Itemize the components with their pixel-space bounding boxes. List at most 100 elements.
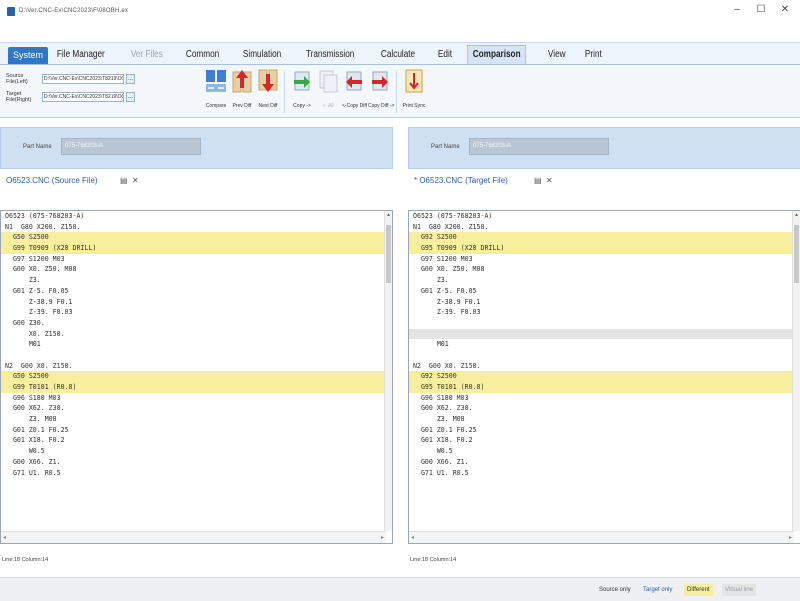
source-vertical-scrollbar[interactable]: ▲ (384, 211, 392, 531)
next-diff-button[interactable]: Next Diff (256, 68, 280, 109)
close-button[interactable]: ✕ (780, 4, 790, 16)
code-line[interactable]: N2 G00 X0. Z150. (1, 361, 392, 372)
code-line[interactable]: G01 Z-5. F0.05 (409, 286, 800, 297)
code-line[interactable]: W0.5 (409, 446, 800, 457)
tab-transmission[interactable]: Transmission (301, 46, 359, 64)
code-line[interactable]: G92 S2500 (409, 232, 800, 244)
code-line[interactable] (1, 350, 392, 361)
code-line[interactable]: G95 T0101 (R0.8) (409, 382, 800, 393)
code-line[interactable]: G71 U1. R0.5 (409, 468, 800, 479)
tab-simulation[interactable]: Simulation (238, 46, 286, 64)
code-line[interactable]: W0.5 (1, 446, 392, 457)
tab-ver-files[interactable]: Ver Files (126, 46, 168, 64)
save-icon[interactable]: ▤ (534, 176, 542, 185)
code-line[interactable]: G00 Z30. (1, 318, 392, 329)
source-doc-tab[interactable]: O6523.CNC (Source File) ▤ ✕ (0, 169, 393, 193)
code-line[interactable]: O6523 (075-768203-A) (1, 211, 392, 222)
code-line[interactable]: G50 S2500 (1, 371, 392, 382)
tab-print[interactable]: Print (580, 46, 607, 64)
code-line[interactable]: G00 X62. Z30. (409, 403, 800, 414)
minimize-button[interactable]: – (732, 4, 742, 16)
tab-edit[interactable]: Edit (433, 46, 457, 64)
code-line[interactable]: G01 Z-5. F0.05 (1, 286, 392, 297)
target-horizontal-scrollbar[interactable]: ◂ ▸ (409, 531, 794, 543)
code-line[interactable]: G92 S2500 (409, 371, 800, 382)
scroll-left-icon[interactable]: ◂ (3, 534, 6, 541)
restore-button[interactable]: ☐ (756, 4, 766, 16)
code-line[interactable]: O6523 (075-768203-A) (409, 211, 800, 222)
target-part-field[interactable]: 075-768203-A (469, 138, 609, 155)
code-line[interactable]: Z-39. F0.03 (1, 307, 392, 318)
code-line[interactable] (409, 350, 800, 361)
window-controls: – ☐ ✕ (732, 4, 790, 16)
copy-all-button[interactable]: <- All (316, 68, 340, 109)
code-line[interactable]: G95 T0909 (X20 DRILL) (409, 243, 800, 254)
code-line[interactable]: G50 S2500 (1, 232, 392, 244)
code-line[interactable]: G71 U1. R0.5 (1, 468, 392, 479)
tab-common[interactable]: Common (181, 46, 224, 64)
copy-right-button[interactable]: Copy -> (290, 68, 314, 109)
save-icon[interactable]: ▤ (120, 176, 128, 185)
compare-button[interactable]: Compare (204, 68, 228, 109)
source-editor[interactable]: O6523 (075-768203-A) N1 G80 X200. Z150. G… (0, 210, 393, 544)
tab-view[interactable]: View (543, 46, 570, 64)
code-line[interactable]: Z3. M08 (1, 414, 392, 425)
code-line[interactable]: Z-39. F0.03 (409, 307, 800, 318)
tab-calculate[interactable]: Calculate (376, 46, 420, 64)
target-file-input[interactable]: D:\Ver.CNC-Ex\CNC2023\T8219\O0653 (42, 92, 124, 102)
code-line[interactable]: G00 X66. Z1. (409, 457, 800, 468)
close-icon[interactable]: ✕ (132, 176, 139, 185)
code-line[interactable]: G01 X18. F0.2 (1, 435, 392, 446)
code-line[interactable] (409, 328, 800, 340)
code-line[interactable]: X0. Z150. (1, 329, 392, 340)
code-line[interactable]: Z-38.9 F0.1 (1, 297, 392, 308)
code-line[interactable]: G00 X0. Z50. M08 (409, 264, 800, 275)
code-line[interactable]: Z3. (1, 275, 392, 286)
code-line[interactable]: G00 X0. Z50. M08 (1, 264, 392, 275)
target-editor[interactable]: O6523 (075-768203-A) N1 G80 X200. Z150. G… (408, 210, 800, 544)
source-browse-button[interactable]: ... (126, 74, 135, 84)
target-vertical-scrollbar[interactable]: ▲ (792, 211, 800, 531)
scroll-up-icon[interactable]: ▲ (386, 212, 391, 218)
code-line[interactable]: G99 T0909 (X20 DRILL) (1, 243, 392, 254)
code-line[interactable]: N2 G00 X0. Z150. (409, 361, 800, 372)
code-line[interactable]: G97 S1200 M03 (409, 254, 800, 265)
code-line[interactable]: G96 S180 M03 (1, 393, 392, 404)
code-line[interactable]: G01 Z0.1 F0.25 (409, 425, 800, 436)
source-file-label: Source File(Left) (6, 73, 28, 85)
code-line[interactable]: G97 S1200 M03 (1, 254, 392, 265)
code-line[interactable]: M01 (409, 339, 800, 350)
code-line[interactable] (409, 318, 800, 329)
code-line[interactable]: G01 Z0.1 F0.25 (1, 425, 392, 436)
code-line[interactable]: M01 (1, 339, 392, 350)
tab-file-manager[interactable]: File Manager (52, 46, 110, 64)
code-line[interactable]: Z-38.9 F0.1 (409, 297, 800, 308)
tab-comparison[interactable]: Comparison (466, 45, 526, 64)
source-part-field[interactable]: 075-768203-A (61, 138, 201, 155)
scroll-left-icon[interactable]: ◂ (411, 534, 414, 541)
close-icon[interactable]: ✕ (546, 176, 553, 185)
code-line[interactable]: G01 X18. F0.2 (409, 435, 800, 446)
print-sync-button[interactable]: Print Sync (402, 68, 426, 109)
scroll-right-icon[interactable]: ▸ (381, 534, 384, 541)
code-line[interactable]: G00 X66. Z1. (1, 457, 392, 468)
source-horizontal-scrollbar[interactable]: ◂ ▸ (1, 531, 386, 543)
copy-diff-right-button[interactable]: Copy Diff -> (368, 68, 394, 109)
code-line[interactable]: G99 T0101 (R0.8) (1, 382, 392, 393)
code-line[interactable]: G00 X62. Z30. (1, 403, 392, 414)
target-doc-tab[interactable]: * O6523.CNC (Target File) ▤ ✕ (408, 169, 800, 193)
source-file-input[interactable]: D:\Ver.CNC-Ex\CNC2023\T8219\O0652 (42, 74, 124, 84)
code-line[interactable]: Z3. M08 (409, 414, 800, 425)
code-line[interactable]: Z3. (409, 275, 800, 286)
scroll-up-icon[interactable]: ▲ (794, 212, 799, 218)
code-line[interactable]: N1 G80 X200. Z150. (409, 222, 800, 233)
target-scroll-thumb[interactable] (794, 225, 799, 283)
prev-diff-button[interactable]: Prev Diff (230, 68, 254, 109)
code-line[interactable]: N1 G80 X200. Z150. (1, 222, 392, 233)
code-line[interactable]: G96 S180 M03 (409, 393, 800, 404)
scroll-right-icon[interactable]: ▸ (789, 534, 792, 541)
tab-system[interactable]: System (8, 47, 49, 64)
source-scroll-thumb[interactable] (386, 225, 391, 283)
copy-diff-left-button[interactable]: <-Copy Diff (342, 68, 367, 109)
target-browse-button[interactable]: ... (126, 92, 135, 102)
